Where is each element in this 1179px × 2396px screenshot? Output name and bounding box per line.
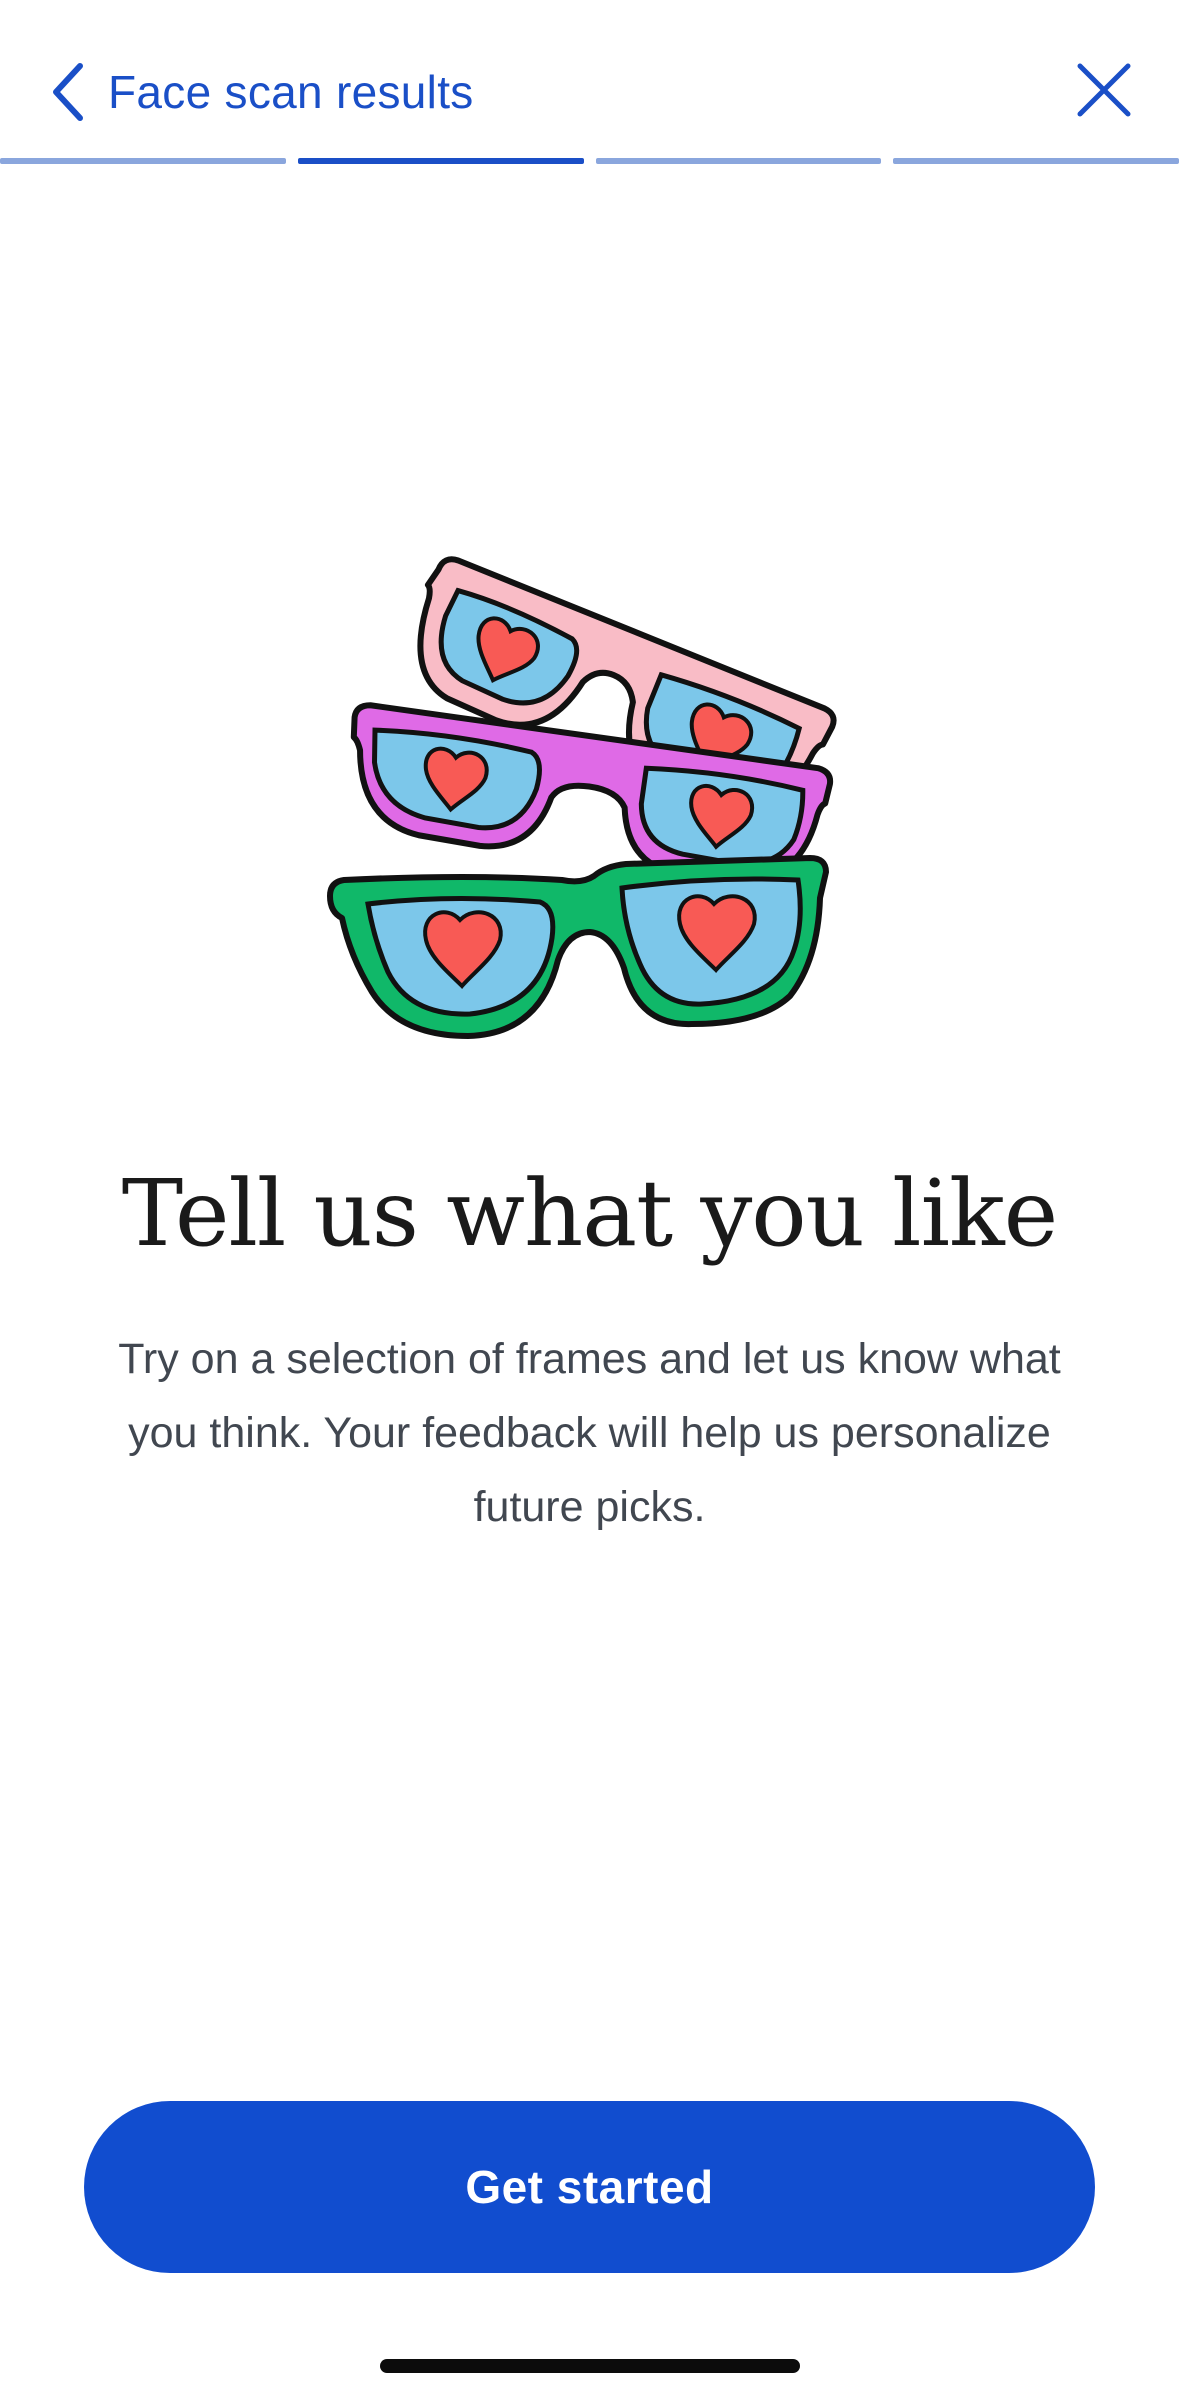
close-icon: [1077, 63, 1131, 117]
progress-step-1: [0, 158, 286, 164]
back-button[interactable]: Face scan results: [46, 52, 474, 132]
chevron-left-icon: [53, 63, 83, 121]
green-sunglasses: [327, 855, 829, 1039]
sunglasses-hearts-illustration: [327, 556, 837, 1039]
progress-step-3: [595, 158, 882, 164]
page-title: Tell us what you like: [121, 1160, 1058, 1267]
back-button-label: Face scan results: [108, 66, 474, 118]
close-button[interactable]: [1069, 55, 1139, 125]
page-description: Try on a selection of frames and let us …: [118, 1335, 1061, 1531]
home-indicator: [380, 2359, 800, 2373]
get-started-button[interactable]: Get started: [84, 2101, 1095, 2273]
progress-step-4: [893, 158, 1179, 164]
progress-step-2: [297, 158, 584, 164]
top-navigation-bar: Face scan results: [0, 0, 1179, 160]
step-progress-bar: [0, 158, 1179, 166]
